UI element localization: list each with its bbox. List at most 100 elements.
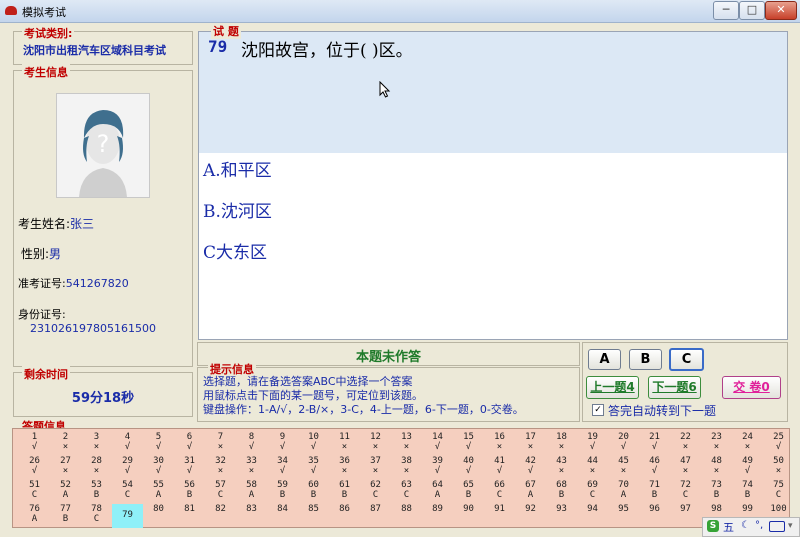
answer-cell[interactable]: 56 B (174, 480, 205, 504)
answer-c-button[interactable]: C (669, 348, 704, 371)
moon-icon[interactable]: ☾ (741, 520, 750, 531)
answer-cell[interactable]: 75 C (763, 480, 794, 504)
maximize-button[interactable]: □ (739, 1, 765, 20)
answer-cell[interactable]: 59 B (267, 480, 298, 504)
answer-cell[interactable]: 4 √ (112, 432, 143, 456)
answer-cell[interactable]: 40 √ (453, 456, 484, 480)
settings-icon[interactable]: ▾ (788, 521, 793, 531)
auto-next-checkbox[interactable]: ✓ (592, 404, 604, 416)
answer-cell[interactable]: 85 (298, 504, 329, 528)
answer-cell[interactable]: 95 (608, 504, 639, 528)
answer-cell[interactable]: 17 × (515, 432, 546, 456)
answer-cell[interactable]: 21 √ (639, 432, 670, 456)
answer-cell[interactable]: 18 × (546, 432, 577, 456)
answer-cell[interactable]: 87 (360, 504, 391, 528)
answer-cell[interactable]: 47 × (670, 456, 701, 480)
answer-cell[interactable]: 93 (546, 504, 577, 528)
answer-cell[interactable]: 66 C (484, 480, 515, 504)
answer-cell[interactable]: 92 (515, 504, 546, 528)
answer-cell[interactable]: 25 √ (763, 432, 794, 456)
answer-cell[interactable]: 67 A (515, 480, 546, 504)
answer-cell[interactable]: 74 B (732, 480, 763, 504)
answer-cell[interactable]: 28 × (81, 456, 112, 480)
answer-cell[interactable]: 38 × (391, 456, 422, 480)
answer-cell[interactable]: 52 A (50, 480, 81, 504)
option-c[interactable]: C大东区 (203, 238, 267, 263)
answer-cell[interactable]: 76 A (19, 504, 50, 528)
answer-cell[interactable]: 13 × (391, 432, 422, 456)
answer-cell[interactable]: 3 × (81, 432, 112, 456)
answer-a-button[interactable]: A (588, 349, 621, 370)
answer-cell[interactable]: 89 (422, 504, 453, 528)
answer-cell[interactable]: 30 √ (143, 456, 174, 480)
answer-cell[interactable]: 49 √ (732, 456, 763, 480)
answer-cell[interactable]: 58 A (236, 480, 267, 504)
answer-cell[interactable]: 70 A (608, 480, 639, 504)
answer-cell[interactable]: 19 √ (577, 432, 608, 456)
next-question-button[interactable]: 下一题6 (648, 376, 701, 399)
answer-cell[interactable]: 65 B (453, 480, 484, 504)
answer-cell[interactable]: 62 C (360, 480, 391, 504)
answer-cell[interactable]: 46 √ (639, 456, 670, 480)
answer-cell[interactable]: 14 √ (422, 432, 453, 456)
answer-cell[interactable]: 45 × (608, 456, 639, 480)
answer-cell[interactable]: 12 × (360, 432, 391, 456)
answer-b-button[interactable]: B (629, 349, 662, 370)
answer-cell[interactable]: 71 B (639, 480, 670, 504)
answer-cell[interactable]: 26 √ (19, 456, 50, 480)
answer-cell[interactable]: 11 × (329, 432, 360, 456)
option-b[interactable]: B.沈河区 (203, 197, 272, 222)
answer-cell[interactable]: 43 × (546, 456, 577, 480)
answer-cell[interactable]: 53 B (81, 480, 112, 504)
answer-cell[interactable]: 86 (329, 504, 360, 528)
answer-cell[interactable]: 64 A (422, 480, 453, 504)
answer-cell[interactable]: 27 × (50, 456, 81, 480)
answer-cell[interactable]: 77 B (50, 504, 81, 528)
answer-cell[interactable]: 41 √ (484, 456, 515, 480)
answer-cell[interactable]: 32 × (205, 456, 236, 480)
answer-cell[interactable]: 61 B (329, 480, 360, 504)
answer-cell[interactable]: 29 √ (112, 456, 143, 480)
answer-cell[interactable]: 20 √ (608, 432, 639, 456)
prev-question-button[interactable]: 上一题4 (586, 376, 639, 399)
answer-cell[interactable]: 36 × (329, 456, 360, 480)
answer-cell[interactable]: 78 C (81, 504, 112, 528)
answer-cell[interactable]: 5 √ (143, 432, 174, 456)
answer-cell[interactable]: 83 (236, 504, 267, 528)
answer-cell[interactable]: 84 (267, 504, 298, 528)
answer-cell[interactable]: 16 × (484, 432, 515, 456)
close-button[interactable]: ✕ (765, 1, 797, 20)
answer-cell[interactable]: 37 × (360, 456, 391, 480)
answer-cell[interactable]: 15 √ (453, 432, 484, 456)
answer-cell[interactable]: 44 × (577, 456, 608, 480)
answer-cell[interactable]: 39 √ (422, 456, 453, 480)
answer-cell[interactable]: 81 (174, 504, 205, 528)
answer-cell[interactable]: 94 (577, 504, 608, 528)
answer-cell[interactable]: 33 × (236, 456, 267, 480)
answer-cell[interactable]: 51 C (19, 480, 50, 504)
answer-cell[interactable]: 73 B (701, 480, 732, 504)
answer-cell[interactable]: 35 √ (298, 456, 329, 480)
answer-cell[interactable]: 42 √ (515, 456, 546, 480)
answer-cell[interactable]: 96 (639, 504, 670, 528)
answer-cell[interactable]: 69 C (577, 480, 608, 504)
answer-cell[interactable]: 79 (112, 504, 143, 528)
ime-logo-icon[interactable]: S (707, 520, 719, 532)
answer-cell[interactable]: 2 × (50, 432, 81, 456)
answer-cell[interactable]: 63 C (391, 480, 422, 504)
answer-cell[interactable]: 55 A (143, 480, 174, 504)
answer-cell[interactable]: 88 (391, 504, 422, 528)
answer-cell[interactable]: 7 × (205, 432, 236, 456)
answer-cell[interactable]: 72 C (670, 480, 701, 504)
answer-cell[interactable]: 22 × (670, 432, 701, 456)
option-a[interactable]: A.和平区 (203, 156, 272, 181)
answer-cell[interactable]: 54 C (112, 480, 143, 504)
answer-cell[interactable]: 97 (670, 504, 701, 528)
answer-cell[interactable]: 1 √ (19, 432, 50, 456)
answer-cell[interactable]: 48 × (701, 456, 732, 480)
answer-cell[interactable]: 90 (453, 504, 484, 528)
answer-cell[interactable]: 31 √ (174, 456, 205, 480)
answer-cell[interactable]: 82 (205, 504, 236, 528)
answer-cell[interactable]: 8 √ (236, 432, 267, 456)
submit-button[interactable]: 交 卷0 (722, 376, 781, 399)
